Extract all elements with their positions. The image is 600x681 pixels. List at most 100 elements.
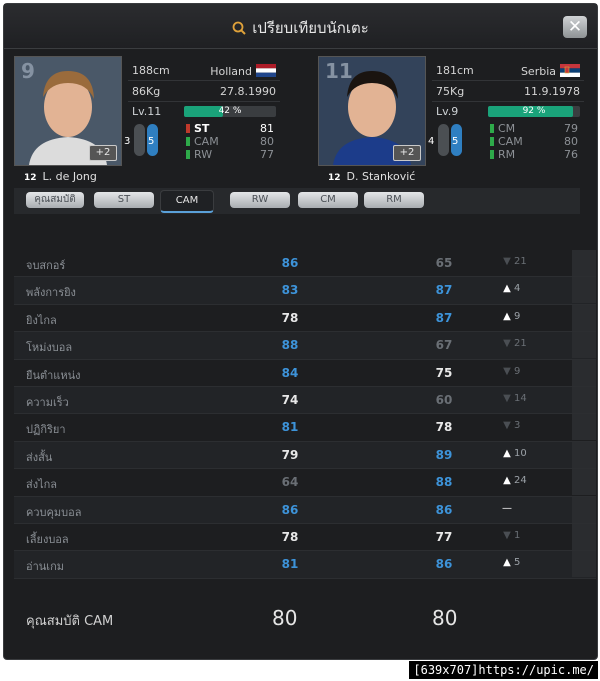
stat-value-right: 77 <box>435 529 453 544</box>
stat-row: ปฏิกิริยา 81 78 ▼ 3 <box>14 414 596 442</box>
level: Lv.11 <box>132 105 162 118</box>
nationality: Holland <box>210 64 276 78</box>
position-name: RW <box>194 148 213 161</box>
stat-value-left: 64 <box>281 475 299 490</box>
stat-value-left: 79 <box>281 447 299 462</box>
tab-cam[interactable]: CAM <box>160 190 214 213</box>
stat-label: อ่านเกม <box>26 560 64 574</box>
shirt-number: 11 <box>325 59 353 83</box>
position-value: 81 <box>260 122 274 135</box>
position-marker <box>186 150 190 159</box>
stat-value-left: 84 <box>281 365 299 380</box>
stat-value-left: 78 <box>281 529 299 544</box>
position-marker <box>186 124 190 133</box>
position-ratings: ST 81 CAM 80 RW 77 <box>186 122 278 161</box>
stat-value-left: 81 <box>281 557 299 572</box>
tab-rw[interactable]: RW <box>230 192 290 208</box>
total-value-right: 80 <box>432 606 458 630</box>
stat-value-left: 74 <box>281 392 299 407</box>
position-value: 77 <box>260 148 274 161</box>
row-side-cell <box>572 469 596 496</box>
stat-diff: ▲ 9 <box>500 311 580 322</box>
arrow-down-icon: ▼ <box>503 392 511 404</box>
stat-value-right: 86 <box>435 557 453 572</box>
stat-row: ยิงไกล 78 87 ▲ 9 <box>14 304 596 333</box>
stat-value-left: 78 <box>281 310 299 325</box>
row-side-cell <box>572 386 596 413</box>
tab-attributes[interactable]: คุณสมบัติ <box>26 192 84 208</box>
row-side-cell <box>572 304 596 331</box>
stat-diff: ▼ 21 <box>500 256 580 267</box>
row-side-cell <box>572 414 596 441</box>
stat-row: ควบคุมบอล 86 86 — <box>14 496 596 524</box>
stat-value-left: 88 <box>281 338 299 353</box>
window-title: เปรียบเทียบนักเตะ <box>4 16 597 40</box>
row-side-cell <box>572 359 596 386</box>
row-side-cell <box>572 551 596 578</box>
stat-row: อ่านเกม 81 86 ▲ 5 <box>14 551 596 579</box>
player-info: 181cm Serbia 75Kg 11.9.1978 <box>432 60 584 102</box>
stat-value-right: 60 <box>435 392 453 407</box>
stat-diff-value: 3 <box>514 420 521 432</box>
arrow-down-icon: ▼ <box>503 256 511 267</box>
stat-label: จบสกอร์ <box>26 259 66 272</box>
close-icon: ✕ <box>567 17 583 37</box>
weight: 75Kg <box>436 85 465 98</box>
stat-row: ความเร็ว 74 60 ▼ 14 <box>14 386 596 415</box>
stat-row: เลี้ยงบอล 78 77 ▼ 1 <box>14 523 596 552</box>
arrow-up-icon: ▲ <box>503 310 511 322</box>
position-marker <box>490 137 494 146</box>
stat-value-right: 87 <box>435 310 453 325</box>
strong-foot-value: 5 <box>452 136 459 147</box>
arrow-up-icon: ▲ <box>503 283 511 295</box>
enhance-badge: +2 <box>89 145 117 161</box>
position-rating: RM 76 <box>490 148 582 161</box>
total-label: คุณสมบัติ CAM <box>26 614 114 629</box>
tab-st[interactable]: ST <box>94 192 154 208</box>
stats-table: จบสกอร์ 86 65 ▼ 21 พลังการยิง 83 87 ▲ 4 ยิงไกล 78 87… <box>14 250 596 579</box>
row-side-cell <box>572 441 596 468</box>
player-card-left: 9 +2 12 L. de Jong 188cm Holland 86Kg 27.8.1990… <box>4 56 284 183</box>
player-name-text: D. Stanković <box>346 170 416 183</box>
stat-value-right: 86 <box>435 502 453 517</box>
player-photo[interactable]: 11 +2 <box>318 56 426 166</box>
stat-diff-value: 9 <box>514 365 521 377</box>
arrow-up-icon: ▲ <box>503 475 511 487</box>
stat-value-right: 65 <box>435 256 453 270</box>
stat-label: พลังการยิง <box>26 286 76 300</box>
stat-diff: ▲ 5 <box>500 557 580 568</box>
player-photo[interactable]: 9 +2 <box>14 56 122 166</box>
position-value: 79 <box>564 122 578 135</box>
stat-diff-value: 21 <box>514 338 527 350</box>
position-value: 80 <box>260 135 274 148</box>
arrow-down-icon: ▼ <box>503 529 511 541</box>
row-side-cell <box>572 523 596 550</box>
stat-diff: ▲ 24 <box>500 475 580 486</box>
stat-row: โหม่งบอล 88 67 ▼ 21 <box>14 332 596 360</box>
flag-icon <box>252 64 276 78</box>
stat-diff-value: 9 <box>514 310 521 322</box>
stat-value-right: 75 <box>435 365 453 380</box>
stat-diff-value: 24 <box>514 475 527 487</box>
exp-progress-label: 92 % <box>522 106 546 116</box>
tab-cm[interactable]: CM <box>298 192 358 208</box>
exp-progress-label: 42 % <box>218 106 242 116</box>
window-title-text: เปรียบเทียบนักเตะ <box>252 19 369 37</box>
foot-icon: 45 <box>428 124 464 160</box>
arrow-down-icon: ▼ <box>503 365 511 377</box>
birth-date: 27.8.1990 <box>220 85 276 98</box>
close-button[interactable]: ✕ <box>563 16 587 38</box>
stat-diff-value: 21 <box>514 256 527 267</box>
stat-label: ยิงไกล <box>26 313 57 327</box>
stat-value-right: 78 <box>435 420 453 435</box>
watermark-credit: [639x707]https://upic.me/ <box>409 661 598 679</box>
player-card-right: 11 +2 12 D. Stanković 181cm Serbia 75Kg 11.9.19… <box>308 56 588 183</box>
exp-progress-bar: 92 % <box>488 106 580 117</box>
stat-diff-value: 14 <box>514 392 527 404</box>
stat-value-left: 83 <box>281 283 299 298</box>
season-tag: 12 <box>328 173 341 183</box>
position-value: 80 <box>564 135 578 148</box>
arrow-down-icon: ▼ <box>503 420 511 432</box>
tab-rm[interactable]: RM <box>364 192 424 208</box>
arrow-up-icon: ▲ <box>503 447 511 459</box>
